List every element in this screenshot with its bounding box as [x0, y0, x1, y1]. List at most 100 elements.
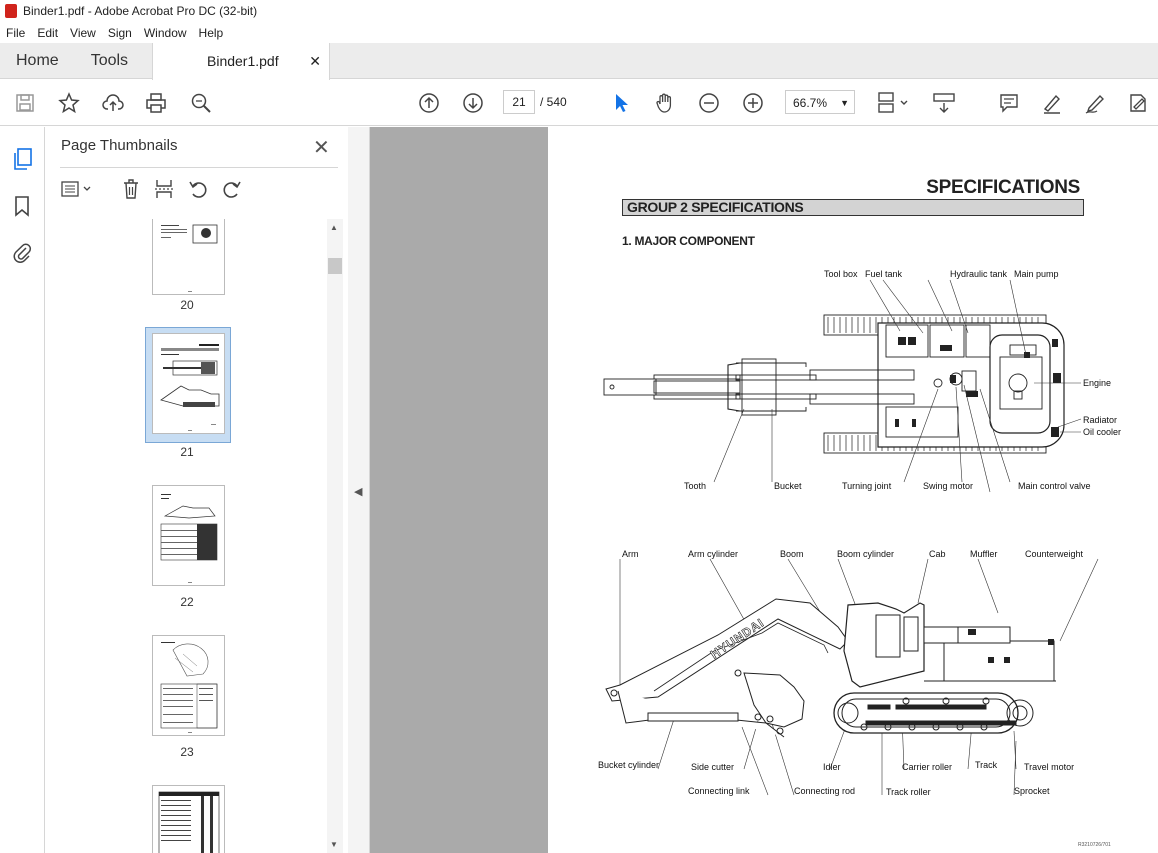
excavator-diagrams: HYUNDAI Tool box Fuel tank Hydraulic tan… [598, 269, 1121, 797]
next-page-icon[interactable] [461, 91, 485, 115]
label-connecting-link: Connecting link [688, 786, 750, 796]
zoom-level-select[interactable]: 66.7% ▼ [785, 90, 855, 114]
menu-window[interactable]: Window [144, 26, 187, 40]
label-main-pump: Main pump [1014, 269, 1059, 279]
label-boom-cylinder: Boom cylinder [837, 549, 894, 559]
thumbnail-page-24[interactable] [152, 785, 225, 853]
label-fuel-tank: Fuel tank [865, 269, 903, 279]
toolbar: 21 / 540 66.7% ▼ [0, 80, 1158, 126]
label-oil-cooler: Oil cooler [1083, 427, 1121, 437]
scroll-down-icon[interactable]: ▼ [330, 840, 338, 849]
select-cursor-icon[interactable] [609, 91, 633, 115]
label-turning-joint: Turning joint [842, 481, 892, 491]
label-tool-box: Tool box [824, 269, 858, 279]
label-swing-motor: Swing motor [923, 481, 973, 491]
menu-help[interactable]: Help [199, 26, 224, 40]
document-viewer[interactable]: SPECIFICATIONS GROUP 2 SPECIFICATIONS 1.… [370, 127, 1158, 853]
thumbnail-page-20[interactable] [152, 219, 225, 295]
scroll-up-icon[interactable]: ▲ [330, 223, 338, 232]
label-main-control-valve: Main control valve [1018, 481, 1091, 491]
zoom-level-value: 66.7% [793, 96, 828, 110]
panel-title: Page Thumbnails [61, 137, 178, 154]
page-number-input[interactable]: 21 [503, 90, 535, 114]
close-panel-icon[interactable]: ✕ [313, 135, 330, 160]
print-icon[interactable] [144, 91, 168, 115]
panel-collapse-bar[interactable]: ◀ [348, 127, 370, 853]
tab-home[interactable]: Home [0, 43, 75, 78]
left-rail [0, 127, 45, 853]
upload-cloud-icon[interactable] [101, 91, 125, 115]
page-thumbnails-icon[interactable] [12, 147, 34, 176]
thumbnail-label: 20 [180, 298, 194, 312]
sign-pen-icon[interactable] [1083, 91, 1107, 115]
pdf-page: SPECIFICATIONS GROUP 2 SPECIFICATIONS 1.… [548, 127, 1158, 853]
zoom-in-icon[interactable] [741, 91, 765, 115]
label-idler: Idler [823, 762, 841, 772]
label-counterweight: Counterweight [1025, 549, 1084, 559]
acrobat-app-icon [5, 4, 17, 18]
thumbnail-page-23[interactable] [152, 635, 225, 736]
thumbnail-page-21[interactable] [152, 333, 225, 434]
tab-bar: Home Tools Binder1.pdf ✕ [0, 43, 1158, 80]
label-side-cutter: Side cutter [691, 762, 734, 772]
scrollbar-thumb[interactable] [328, 258, 342, 274]
thumbnail-label: 22 [180, 595, 194, 609]
window-title: Binder1.pdf - Adobe Acrobat Pro DC (32-b… [23, 4, 258, 18]
label-travel-motor: Travel motor [1024, 762, 1074, 772]
menu-bar: File Edit View Sign Window Help [0, 22, 1158, 43]
label-radiator: Radiator [1083, 415, 1117, 425]
label-cab: Cab [929, 549, 946, 559]
save-icon[interactable] [13, 91, 37, 115]
label-bucket-cylinder: Bucket cylinder [598, 760, 659, 770]
hand-tool-icon[interactable] [653, 91, 677, 115]
label-arm-cylinder: Arm cylinder [688, 549, 738, 559]
label-boom: Boom [780, 549, 804, 559]
menu-file[interactable]: File [6, 26, 25, 40]
page-total: / 540 [540, 95, 567, 109]
collapse-arrow-icon[interactable]: ◀ [354, 485, 362, 498]
rotate-right-icon[interactable] [221, 178, 243, 205]
label-arm: Arm [622, 549, 639, 559]
page-display-icon[interactable] [876, 91, 912, 115]
chevron-down-icon: ▼ [840, 98, 849, 108]
delete-page-icon[interactable] [121, 178, 141, 205]
thumbnail-options-icon[interactable] [60, 179, 96, 204]
comment-icon[interactable] [997, 91, 1021, 115]
thumbnail-label: 21 [180, 445, 194, 459]
label-connecting-rod: Connecting rod [794, 786, 855, 796]
zoom-out-icon[interactable] [697, 91, 721, 115]
thumbnail-list: 20 21 22 23 [59, 219, 327, 853]
menu-edit[interactable]: Edit [37, 26, 58, 40]
document-code: R3210726/701 [1078, 842, 1111, 848]
tab-document[interactable]: Binder1.pdf ✕ [152, 43, 330, 80]
edit-pdf-icon[interactable] [1126, 91, 1150, 115]
thumbnail-page-22[interactable] [152, 485, 225, 586]
thumbnail-scrollbar[interactable]: ▲ ▼ [327, 219, 343, 853]
label-carrier-roller: Carrier roller [902, 762, 952, 772]
label-bucket: Bucket [774, 481, 802, 491]
label-sprocket: Sprocket [1014, 786, 1050, 796]
menu-view[interactable]: View [70, 26, 96, 40]
menu-sign[interactable]: Sign [108, 26, 132, 40]
title-bar: Binder1.pdf - Adobe Acrobat Pro DC (32-b… [0, 0, 1158, 22]
close-tab-icon[interactable]: ✕ [309, 43, 321, 80]
label-muffler: Muffler [970, 549, 997, 559]
scroll-mode-icon[interactable] [932, 91, 956, 115]
label-tooth: Tooth [684, 481, 706, 491]
highlight-pen-icon[interactable] [1040, 91, 1064, 115]
extract-page-icon[interactable] [153, 178, 175, 205]
label-track-roller: Track roller [886, 787, 931, 797]
bookmark-icon[interactable] [13, 195, 31, 222]
zoom-search-icon[interactable] [189, 91, 213, 115]
rotate-left-icon[interactable] [187, 178, 209, 205]
thumbnail-label: 23 [180, 745, 194, 759]
tab-tools[interactable]: Tools [75, 43, 144, 78]
divider [60, 167, 338, 168]
bookmark-star-icon[interactable] [57, 91, 81, 115]
label-track: Track [975, 760, 998, 770]
previous-page-icon[interactable] [417, 91, 441, 115]
attachment-icon[interactable] [12, 240, 32, 269]
label-hydraulic-tank: Hydraulic tank [950, 269, 1008, 279]
thumbnails-panel: Page Thumbnails ✕ 20 21 22 23 ▲ ▼ [45, 127, 348, 853]
document-tab-label: Binder1.pdf [207, 53, 279, 69]
